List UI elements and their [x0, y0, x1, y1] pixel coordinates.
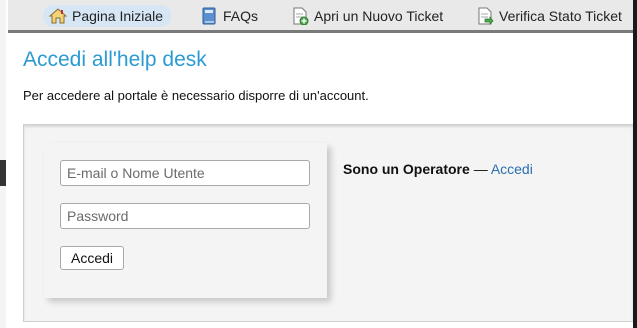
window-left-edge — [0, 0, 6, 328]
nav-item-ticket-status[interactable]: Verifica Stato Ticket — [476, 5, 622, 27]
nav-item-label: Apri un Nuovo Ticket — [314, 8, 444, 24]
nav-item-home[interactable]: Pagina Iniziale — [43, 5, 172, 27]
login-panel: Accedi Sono un Operatore — Accedi — [23, 124, 633, 322]
navbar-shadow — [8, 30, 633, 33]
nav-item-label: Pagina Iniziale — [72, 8, 164, 24]
scrollbar[interactable] — [633, 0, 637, 328]
agent-separator: — — [473, 161, 488, 177]
agent-label: Sono un Operatore — [343, 161, 470, 177]
nav-item-new-ticket[interactable]: Apri un Nuovo Ticket — [291, 5, 443, 27]
home-icon — [49, 7, 67, 25]
book-icon — [200, 7, 218, 25]
password-input[interactable] — [60, 203, 310, 229]
nav-item-label: Verifica Stato Ticket — [499, 8, 622, 24]
nav-item-faqs[interactable]: FAQs — [200, 5, 258, 27]
agent-login: Sono un Operatore — Accedi — [343, 161, 533, 177]
check-ticket-icon — [476, 7, 494, 25]
new-ticket-icon — [291, 7, 309, 25]
username-input[interactable] — [60, 160, 310, 186]
page-title: Accedi all'help desk — [23, 48, 207, 71]
login-form: Accedi — [44, 143, 327, 298]
page-container: Pagina Iniziale FAQs Apri un Nuovo Ticke… — [8, 0, 633, 328]
nav-item-label: FAQs — [223, 8, 259, 24]
edge-marker — [0, 160, 6, 186]
agent-login-link[interactable]: Accedi — [491, 161, 533, 177]
top-navigation: Pagina Iniziale FAQs Apri un Nuovo Ticke… — [8, 0, 633, 33]
page-intro: Per accedere al portale è necessario dis… — [23, 88, 369, 103]
login-button[interactable]: Accedi — [60, 246, 125, 270]
